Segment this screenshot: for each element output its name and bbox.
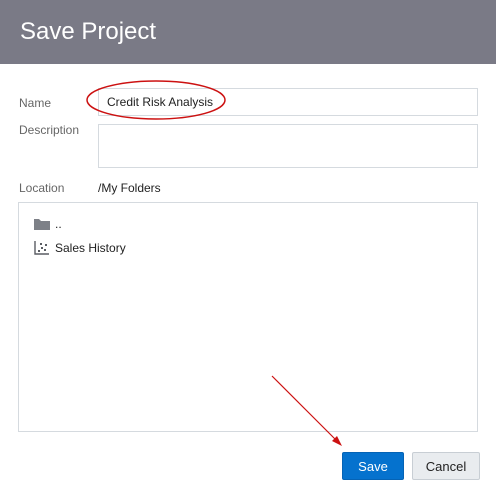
folder-icon [33, 216, 51, 232]
file-browser-list[interactable]: .. Sales History [18, 202, 478, 432]
list-item-label: Sales History [55, 241, 126, 255]
dialog-title: Save Project [20, 18, 157, 45]
list-item-sales-history[interactable]: Sales History [33, 239, 126, 257]
list-item-parent-folder[interactable]: .. [33, 215, 62, 233]
cancel-button[interactable]: Cancel [412, 452, 480, 480]
list-item-label: .. [55, 217, 62, 231]
save-button[interactable]: Save [342, 452, 404, 480]
name-input[interactable] [98, 88, 478, 116]
location-path: /My Folders [98, 181, 161, 195]
name-label: Name [19, 96, 52, 110]
scatter-chart-icon [33, 240, 51, 256]
location-label: Location [19, 181, 65, 195]
description-label: Description [19, 123, 80, 137]
description-input[interactable] [98, 124, 478, 168]
dialog-titlebar: Save Project [0, 0, 496, 64]
save-project-dialog: Save Project Name Description Location /… [0, 0, 496, 500]
